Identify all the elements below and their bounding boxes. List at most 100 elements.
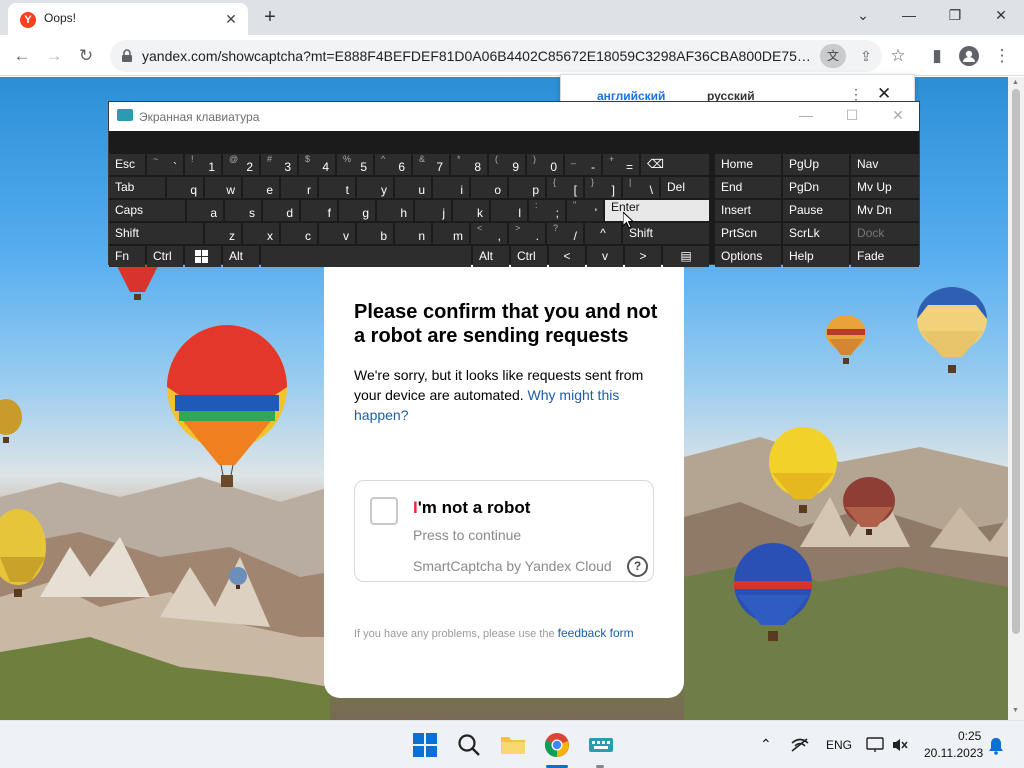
close-tab-icon[interactable]: ✕ [222, 10, 240, 28]
osk-key-options[interactable]: Options [715, 246, 781, 267]
windows-start-icon[interactable] [412, 732, 438, 758]
osk-key-del[interactable]: Del [661, 177, 709, 198]
profile-avatar-icon[interactable] [955, 42, 983, 70]
osk-key-y[interactable]: y [357, 177, 393, 198]
browser-tab[interactable]: Y Oops! ✕ [8, 3, 248, 35]
smartcaptcha-widget[interactable]: I'm not a robot Press to continue SmartC… [354, 480, 654, 582]
feedback-form-link[interactable]: feedback form [558, 626, 634, 640]
osk-key-4[interactable]: $4 [299, 154, 335, 175]
osk-key-insert[interactable]: Insert [715, 200, 781, 221]
osk-key-0[interactable]: ) 0 [527, 154, 563, 175]
volume-muted-icon[interactable] [892, 737, 908, 753]
osk-key-quote[interactable]: " ' [567, 200, 603, 221]
osk-key-5[interactable]: % 5 [337, 154, 373, 175]
osk-key-q[interactable]: q [167, 177, 203, 198]
url-text[interactable]: yandex.com/showcaptcha?mt=E888F4BEFDEF81… [142, 48, 814, 64]
page-scrollbar[interactable]: ▲ ▼ [1008, 77, 1024, 720]
chrome-icon[interactable] [544, 732, 570, 758]
osk-key-mv-dn[interactable]: Mv Dn [851, 200, 919, 221]
osk-key-enter[interactable]: Enter [605, 200, 709, 221]
clock-time[interactable]: 0:25 [958, 729, 981, 743]
osk-key-period[interactable]: >. [509, 223, 545, 244]
bookmark-star-icon[interactable]: ☆ [884, 42, 912, 70]
not-a-robot-checkbox[interactable] [370, 497, 398, 525]
osk-key-2[interactable]: @2 [223, 154, 259, 175]
osk-key-s[interactable]: s [225, 200, 261, 221]
osk-key-caps[interactable]: Caps [109, 200, 185, 221]
osk-key-dock[interactable]: Dock [851, 223, 919, 244]
scroll-up-icon[interactable]: ▲ [1012, 79, 1019, 86]
osk-key-alt-left[interactable]: Alt [223, 246, 259, 267]
help-icon[interactable]: ? [627, 556, 648, 577]
osk-key-windows[interactable] [185, 246, 221, 267]
not-a-robot-label[interactable]: I'm not a robot [413, 498, 530, 518]
network-offline-icon[interactable] [790, 737, 810, 753]
osk-key-8[interactable]: * 8 [451, 154, 487, 175]
osk-key-l[interactable]: l [491, 200, 527, 221]
osk-key-g[interactable]: g [339, 200, 375, 221]
osk-key-backspace[interactable]: ⌫ [641, 154, 709, 175]
osk-key-equals[interactable]: + = [603, 154, 639, 175]
osk-key-nav[interactable]: Nav [851, 154, 919, 175]
osk-key-j[interactable]: j [415, 200, 451, 221]
back-button[interactable]: ← [8, 42, 36, 70]
share-icon[interactable]: ⇪ [854, 44, 878, 68]
address-bar[interactable]: yandex.com/showcaptcha?mt=E888F4BEFDEF81… [110, 40, 882, 72]
show-hidden-icons-chevron-icon[interactable]: ⌃ [760, 736, 772, 753]
osk-key-prtscn[interactable]: PrtScn [715, 223, 781, 244]
osk-key-r[interactable]: r [281, 177, 317, 198]
scroll-down-icon[interactable]: ▼ [1012, 707, 1019, 714]
osk-key-shift-right[interactable]: Shift [623, 223, 709, 244]
osk-key-backtick[interactable]: ~ ` [147, 154, 183, 175]
osk-key-3[interactable]: #3 [261, 154, 297, 175]
osk-key-f[interactable]: f [301, 200, 337, 221]
osk-key-9[interactable]: (9 [489, 154, 525, 175]
osk-key-v[interactable]: v [319, 223, 355, 244]
translate-icon[interactable]: 文 [820, 44, 846, 68]
osk-key-pgup[interactable]: PgUp [783, 154, 849, 175]
lock-icon[interactable] [120, 49, 134, 63]
reload-button[interactable]: ↻ [72, 42, 100, 70]
clock-date[interactable]: 20.11.2023 [924, 746, 983, 760]
osk-key-arrow-right[interactable]: > [625, 246, 661, 267]
file-explorer-icon[interactable] [500, 732, 526, 758]
osk-key-fade[interactable]: Fade [851, 246, 919, 267]
osk-key-b[interactable]: b [357, 223, 393, 244]
osk-key-h[interactable]: h [377, 200, 413, 221]
search-icon[interactable] [456, 732, 482, 758]
osk-title-bar[interactable]: Экранная клавиатура — ☐ ✕ [109, 102, 919, 131]
osk-key-help[interactable]: Help [783, 246, 849, 267]
osk-key-tab[interactable]: Tab [109, 177, 165, 198]
close-window-button[interactable]: ✕ [978, 0, 1024, 30]
notifications-bell-icon[interactable] [988, 737, 1004, 755]
osk-key-fn[interactable]: Fn [109, 246, 145, 267]
side-panel-icon[interactable]: ▮ [923, 42, 951, 70]
osk-key-home[interactable]: Home [715, 154, 781, 175]
osk-key-k[interactable]: k [453, 200, 489, 221]
osk-key-1[interactable]: ! 1 [185, 154, 221, 175]
osk-key-minus[interactable]: _ - [565, 154, 601, 175]
osk-key-shift-left[interactable]: Shift [109, 223, 203, 244]
osk-key-x[interactable]: x [243, 223, 279, 244]
osk-key-n[interactable]: n [395, 223, 431, 244]
osk-key-e[interactable]: e [243, 177, 279, 198]
osk-key-6[interactable]: ^ 6 [375, 154, 411, 175]
osk-key-ctrl-left[interactable]: Ctrl [147, 246, 183, 267]
osk-key-semicolon[interactable]: :; [529, 200, 565, 221]
on-screen-keyboard-app-icon[interactable] [588, 732, 614, 758]
osk-key-a[interactable]: a [187, 200, 223, 221]
osk-key-c[interactable]: c [281, 223, 317, 244]
osk-key-esc[interactable]: Esc [109, 154, 145, 175]
osk-key-z[interactable]: z [205, 223, 241, 244]
restore-window-button[interactable]: ❐ [932, 0, 978, 30]
osk-minimize-button[interactable]: — [791, 107, 821, 123]
osk-key-alt-right[interactable]: Alt [473, 246, 509, 267]
forward-button[interactable]: → [40, 42, 68, 70]
osk-key-d[interactable]: d [263, 200, 299, 221]
osk-key-backslash[interactable]: | \ [623, 177, 659, 198]
osk-key-arrow-up[interactable]: ^ [585, 223, 621, 244]
osk-key-slash[interactable]: ? / [547, 223, 583, 244]
osk-key-end[interactable]: End [715, 177, 781, 198]
osk-key-ctrl-right[interactable]: Ctrl [511, 246, 547, 267]
osk-key-left-bracket[interactable]: {[ [547, 177, 583, 198]
